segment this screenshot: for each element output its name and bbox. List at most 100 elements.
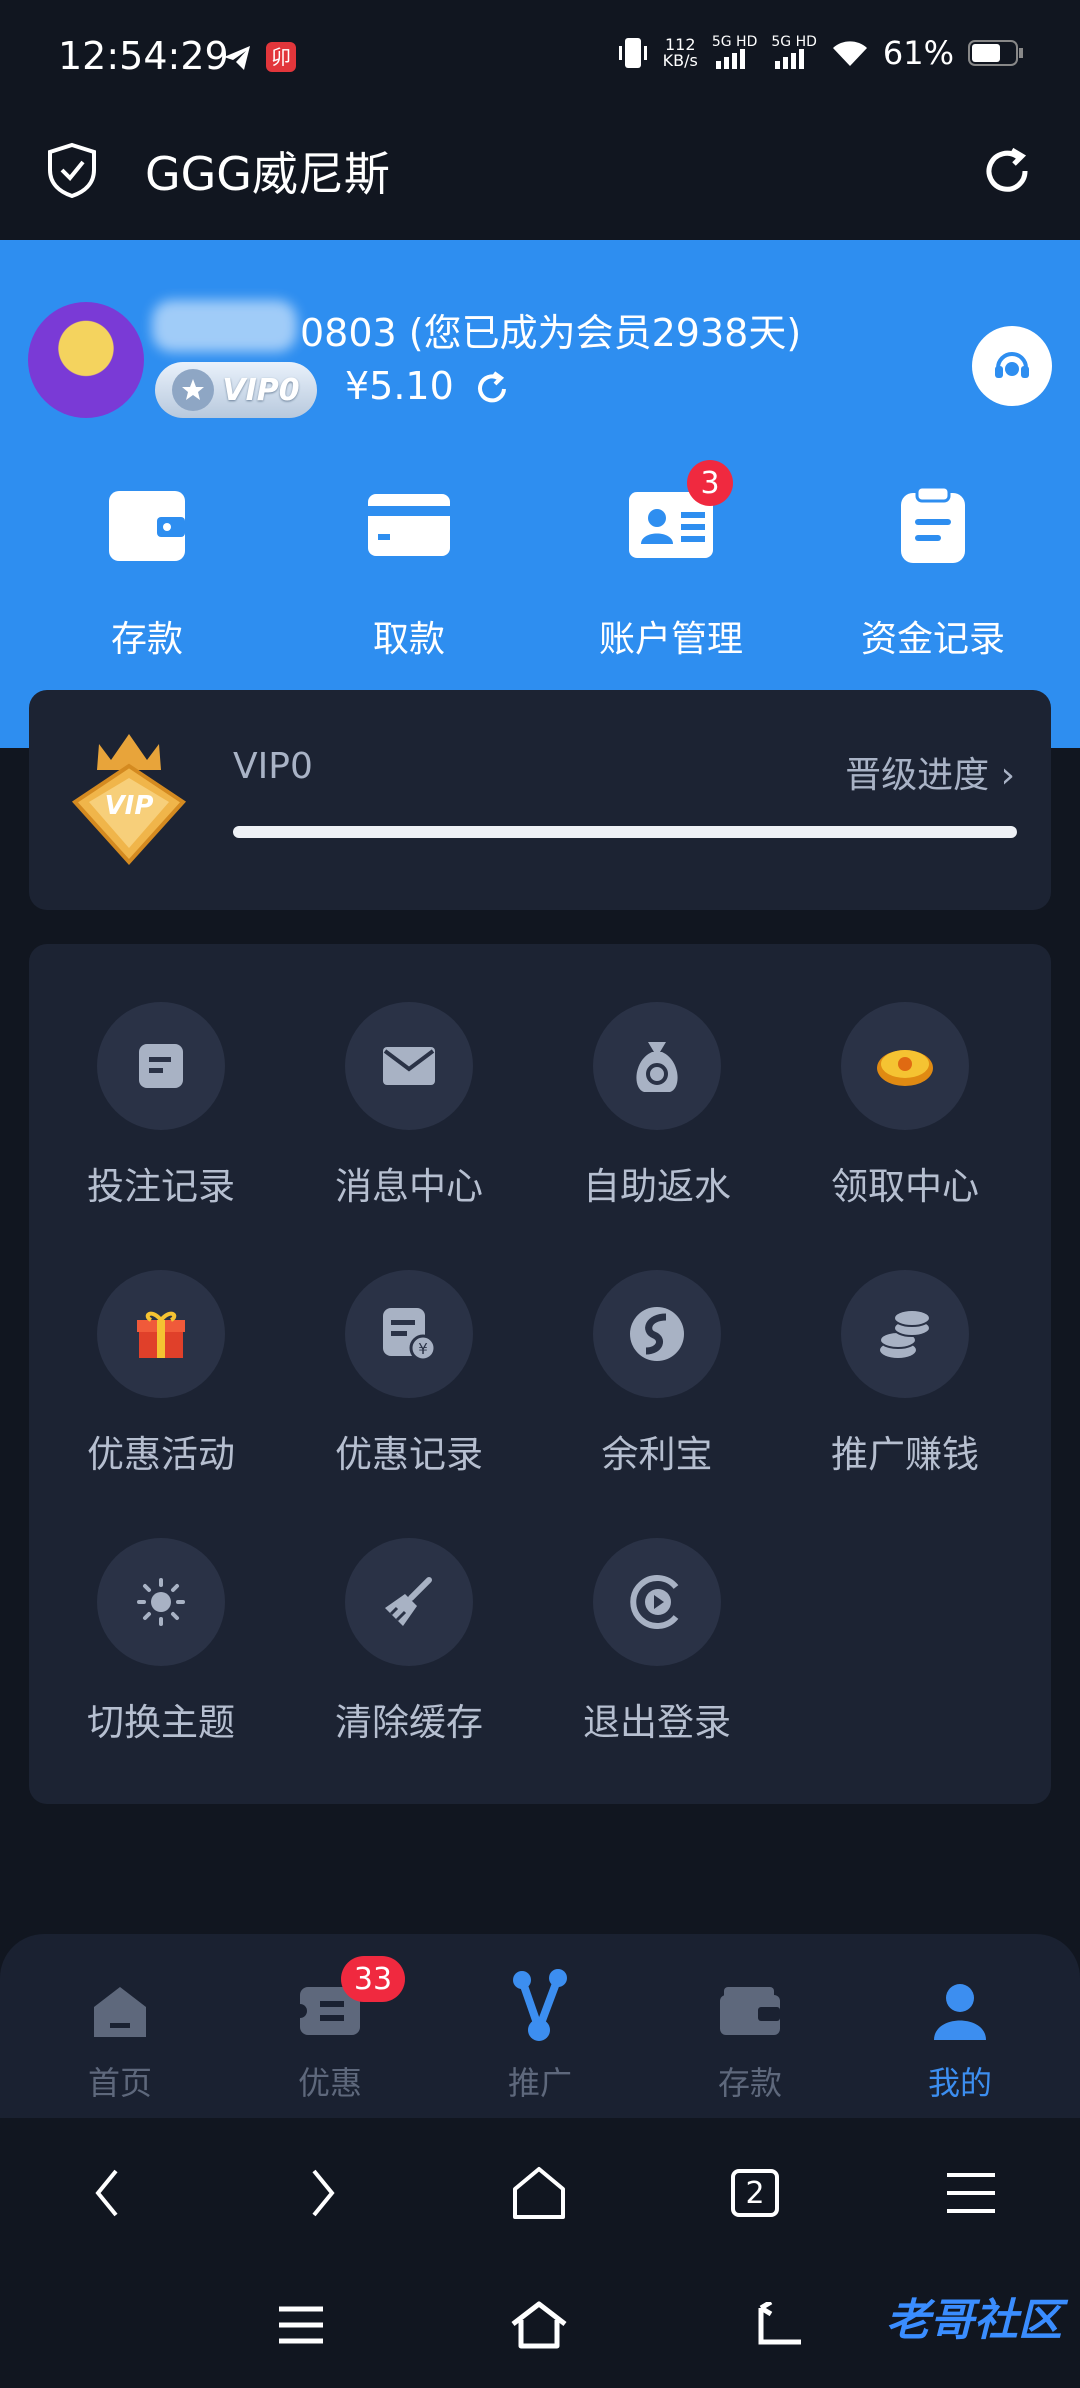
yuan-record-icon: ¥ (345, 1270, 473, 1398)
menu-referral-earnings[interactable]: 推广赚钱 (781, 1212, 1029, 1480)
person-icon (925, 1976, 995, 2046)
quick-label: 取款 (372, 619, 445, 660)
refresh-icon[interactable] (980, 144, 1034, 198)
return-icon (758, 2302, 801, 2345)
vip-level: VIP0 (233, 746, 313, 787)
tab-label: 我的 (927, 2064, 992, 2102)
home-button[interactable] (494, 2148, 584, 2238)
vibrate-icon (618, 38, 647, 68)
customer-service-button[interactable] (972, 326, 1052, 406)
system-nav-bar: 老哥社区 (0, 2268, 1080, 2388)
svg-text:¥: ¥ (418, 1340, 428, 1358)
username-mask (152, 300, 297, 352)
promotions-badge: 33 (341, 1956, 405, 2002)
menu-yulibao[interactable]: 余利宝 (533, 1212, 781, 1480)
headset-icon (995, 352, 1029, 378)
back-button[interactable] (62, 2148, 152, 2238)
refresh-balance-icon[interactable] (472, 369, 512, 409)
menu-promotions[interactable]: 优惠活动 (37, 1212, 285, 1480)
wifi-icon (832, 41, 867, 66)
balance-value: ¥5.10 (345, 364, 454, 408)
system-home-icon (511, 2301, 567, 2349)
envelope-icon (345, 1002, 473, 1130)
home-icon (85, 1976, 155, 2046)
quick-fund-records[interactable]: 资金记录 (833, 480, 1033, 662)
quick-deposit[interactable]: 存款 (47, 480, 247, 662)
menu-logout[interactable]: 退出登录 (533, 1480, 781, 1748)
system-home-button[interactable] (494, 2280, 584, 2370)
money-bag-icon (593, 1002, 721, 1130)
wallet-icon (715, 1976, 785, 2046)
recent-apps-button[interactable] (256, 2280, 346, 2370)
menu-grid-card: 投注记录 消息中心 自助返水 领取中心 优惠活动 ¥ 优惠记录 余利宝 推广赚钱… (29, 944, 1051, 1804)
menu-label: 自助返水 (583, 1165, 731, 1208)
menu-claim-center[interactable]: 领取中心 (781, 944, 1029, 1212)
vip-level-badge: VIP0 (155, 362, 317, 418)
vip-badge-label: VIP0 (222, 372, 300, 408)
menu-label: 领取中心 (831, 1165, 979, 1208)
forward-button[interactable] (278, 2148, 368, 2238)
tabs-button[interactable]: 2 (710, 2148, 800, 2238)
menu-bet-records[interactable]: 投注记录 (37, 944, 285, 1212)
document-icon (97, 1002, 225, 1130)
tab-mine[interactable]: 我的 (852, 1934, 1068, 2118)
broom-icon (345, 1538, 473, 1666)
coin-stack-icon (841, 1270, 969, 1398)
quick-label: 账户管理 (598, 619, 743, 660)
upgrade-progress-label: 晋级进度 (845, 755, 990, 796)
menu-label: 消息中心 (335, 1165, 483, 1208)
tab-home[interactable]: 首页 (12, 1934, 228, 2118)
menu-label: 余利宝 (601, 1433, 713, 1476)
quick-account-management[interactable]: 3 账户管理 (571, 460, 771, 662)
signal-icon (775, 48, 805, 69)
tab-count: 2 (731, 2169, 779, 2217)
status-bar: 12:54:29 卯 112 KB/s 5G HD 5G HD 61% (0, 0, 1080, 118)
yulibao-icon (593, 1270, 721, 1398)
chevron-right-icon (312, 2169, 335, 2217)
menu-label: 优惠记录 (335, 1433, 483, 1476)
menu-label: 清除缓存 (335, 1701, 483, 1744)
logout-icon (593, 1538, 721, 1666)
menu-message-center[interactable]: 消息中心 (285, 944, 533, 1212)
clipboard-icon (883, 480, 983, 570)
status-time: 12:54:29 (58, 34, 229, 78)
menu-switch-theme[interactable]: 切换主题 (37, 1480, 285, 1748)
upgrade-progress-link[interactable]: 晋级进度 › (845, 746, 1015, 798)
avatar[interactable] (28, 302, 144, 418)
star-icon (172, 369, 215, 411)
status-right: 112 KB/s 5G HD 5G HD 61% (617, 34, 1024, 72)
menu-clear-cache[interactable]: 清除缓存 (285, 1480, 533, 1748)
chevron-left-icon (95, 2169, 118, 2217)
battery-icon (968, 40, 1023, 66)
tab-promotions[interactable]: 33 优惠 (222, 1934, 438, 2118)
menu-icon (947, 2173, 995, 2213)
app-bar: GGG威尼斯 (0, 118, 1080, 240)
menu-button[interactable] (926, 2148, 1016, 2238)
balance: ¥5.10 (345, 364, 512, 409)
menu-promo-records[interactable]: ¥ 优惠记录 (285, 1212, 533, 1480)
tab-label: 存款 (717, 2064, 782, 2102)
username: 0803 (您已成为会员2938天) (300, 311, 802, 355)
home-outline-icon (513, 2167, 565, 2219)
tab-referral[interactable]: 推广 (432, 1934, 648, 2118)
app-notification-icon: 卯 (266, 42, 296, 72)
vip-crown-logo: VIP (65, 726, 193, 866)
quick-label: 资金记录 (860, 619, 1005, 660)
hamburger-icon (279, 2306, 323, 2344)
menu-label: 优惠活动 (87, 1433, 235, 1476)
menu-label: 推广赚钱 (831, 1433, 979, 1476)
menu-label: 退出登录 (583, 1701, 731, 1744)
menu-self-rebate[interactable]: 自助返水 (533, 944, 781, 1212)
id-card-icon: 3 (621, 460, 733, 570)
tab-deposit[interactable]: 存款 (642, 1934, 858, 2118)
notification-badge: 3 (687, 460, 733, 506)
bottom-tab-bar: 首页 33 优惠 推广 存款 我的 (0, 1934, 1080, 2118)
quick-withdraw[interactable]: 取款 (309, 480, 509, 662)
app-title: GGG威尼斯 (145, 147, 390, 201)
tab-label: 优惠 (297, 2064, 362, 2102)
network-5g-1: 5G HD (712, 35, 757, 72)
sun-icon (97, 1538, 225, 1666)
vip-progress-card[interactable]: VIP VIP0 晋级进度 › (29, 690, 1051, 910)
system-back-button[interactable] (736, 2280, 826, 2370)
vip-progress-bar (233, 826, 1017, 838)
